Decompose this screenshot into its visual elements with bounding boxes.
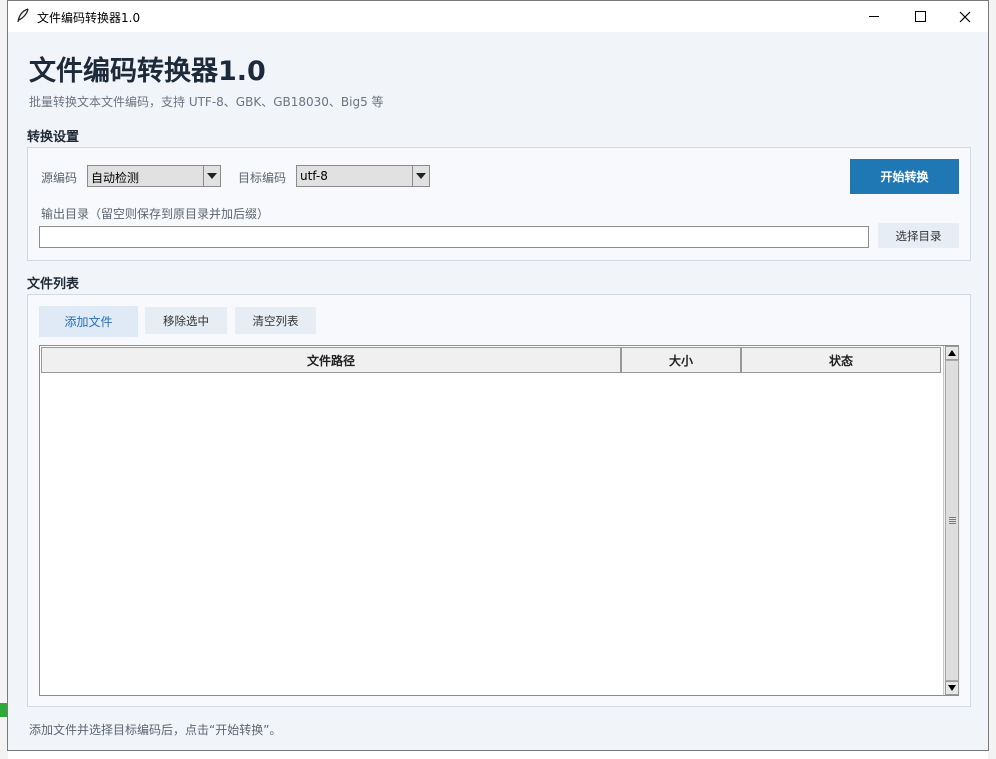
app-window: 文件编码转换器1.0 文件编码转换器1.0 批量转换文本文件编码，支持 UTF-… [7,0,989,751]
scrollbar-thumb[interactable] [945,360,959,681]
column-header-path[interactable]: 文件路径 [41,347,621,373]
app-heading: 文件编码转换器1.0 [29,56,266,87]
dropdown-arrow-icon[interactable] [203,166,220,186]
output-dir-input[interactable] [39,226,869,248]
clear-list-button[interactable]: 清空列表 [235,307,316,334]
files-section-title: 文件列表 [27,277,80,292]
scroll-up-button[interactable] [945,346,959,360]
target-encoding-value: utf-8 [300,169,328,183]
target-encoding-select[interactable]: utf-8 [296,165,430,187]
source-encoding-select[interactable]: 自动检测 [87,165,221,187]
source-encoding-label: 源编码 [41,171,78,185]
background-window-right [988,0,996,759]
vertical-scrollbar[interactable] [943,346,960,695]
minimize-icon [868,16,879,17]
scroll-down-button[interactable] [945,681,959,695]
target-encoding-label: 目标编码 [238,171,287,185]
remove-selected-button[interactable]: 移除选中 [145,307,227,334]
browse-dir-button[interactable]: 选择目录 [878,223,959,248]
source-encoding-value: 自动检测 [91,171,140,185]
scroll-up-icon [948,350,956,356]
column-header-size[interactable]: 大小 [621,347,741,373]
file-list-table[interactable]: 文件路径 大小 状态 [39,345,960,696]
start-convert-button[interactable]: 开始转换 [850,159,959,194]
add-files-button[interactable]: 添加文件 [39,306,138,337]
status-text: 添加文件并选择目标编码后，点击“开始转换”。 [29,723,282,737]
close-icon [959,11,971,22]
title-bar: 文件编码转换器1.0 [8,1,988,32]
files-panel: 添加文件 移除选中 清空列表 文件路径 大小 状态 [27,294,971,707]
close-button[interactable] [942,1,988,32]
maximize-button[interactable] [897,1,943,32]
maximize-icon [914,11,926,22]
settings-panel: 源编码 自动检测 目标编码 utf-8 开始转换 输出目录（留空则保存到原目录并… [27,147,971,261]
scroll-down-icon [948,685,956,691]
app-subtitle: 批量转换文本文件编码，支持 UTF-8、GBK、GB18030、Big5 等 [29,95,384,109]
settings-section-title: 转换设置 [27,130,80,145]
dropdown-arrow-icon[interactable] [412,166,429,186]
feather-icon [17,8,29,23]
column-header-status[interactable]: 状态 [741,347,941,373]
window-title: 文件编码转换器1.0 [37,11,141,25]
output-dir-label: 输出目录（留空则保存到原目录并加后缀） [41,207,270,221]
minimize-button[interactable] [851,1,897,32]
